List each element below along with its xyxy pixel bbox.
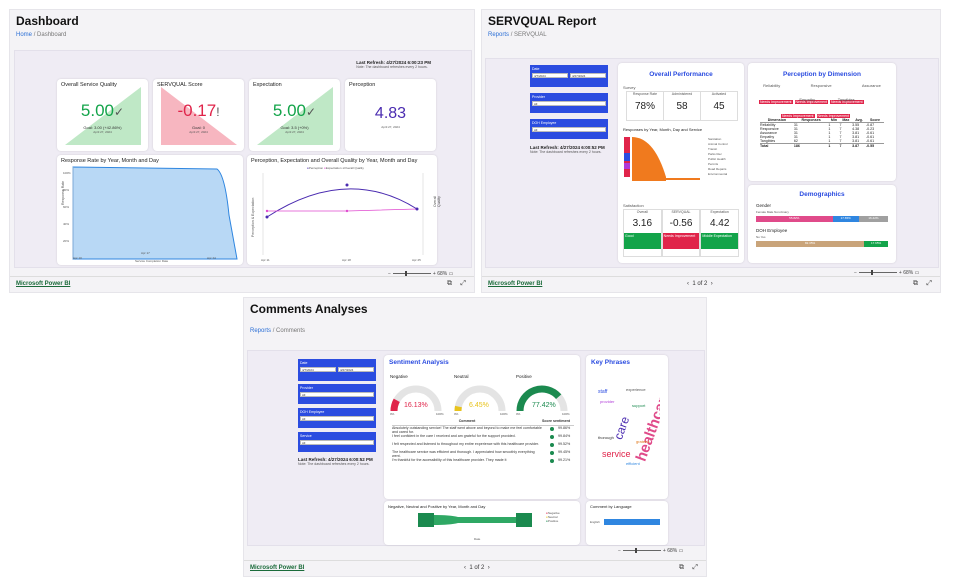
dashboard-panel: Dashboard Home / Dashboard Last Refresh:… xyxy=(9,9,475,293)
gender-bar: 55.82% 17.65% 16.42% xyxy=(756,216,888,222)
next-page-icon[interactable]: › xyxy=(711,281,713,287)
neutral-gauge-value: 6.45% xyxy=(469,402,489,409)
next-page-icon[interactable]: › xyxy=(488,565,490,571)
page-title: Dashboard xyxy=(16,14,79,28)
trend-plot xyxy=(418,513,532,527)
sentiment-analysis-card[interactable]: Sentiment Analysis Negative Neutral Posi… xyxy=(384,355,580,499)
perception-plot xyxy=(262,173,424,255)
kpi-overall-quality[interactable]: Overall Service Quality 5.00✓ Goal: 3.00… xyxy=(57,79,148,151)
provider-slicer[interactable]: Provider All xyxy=(530,93,608,113)
power-bi-link[interactable]: Microsoft Power BI xyxy=(488,281,542,287)
refresh-info: Last Refresh: 4/27/2024 6:00:52 PM Note:… xyxy=(530,145,605,154)
doh-bar: 82.35% 17.65% xyxy=(756,241,888,247)
perception-expectation-chart[interactable]: Perception, Expectation and Overall Qual… xyxy=(247,155,441,265)
response-rate-chart[interactable]: Response Rate by Year, Month and Day Res… xyxy=(57,155,243,265)
page-title: SERVQUAL Report xyxy=(488,14,597,28)
page-title: Comments Analyses xyxy=(250,302,368,316)
demographics-card[interactable]: Demographics Gender Female Male Non-bina… xyxy=(748,185,896,263)
alert-icon: ! xyxy=(216,105,220,119)
table-row: I feel confident in the care I received … xyxy=(392,434,571,439)
date-slicer[interactable]: Date 4/7/2024 4/27/2024 xyxy=(298,359,376,381)
breadcrumb: Home / Dashboard xyxy=(16,32,67,38)
share-icon[interactable]: ⧉ xyxy=(913,280,918,288)
report-footer: Microsoft Power BI ‹ 1 of 2 › ⧉ ⤢ xyxy=(244,560,706,576)
kpi-value: 5.00 xyxy=(272,101,307,120)
breadcrumb: Reports / Comments xyxy=(250,328,306,334)
share-icon[interactable]: ⧉ xyxy=(447,280,452,288)
breadcrumb: Reports / SERVQUAL xyxy=(488,32,547,38)
breadcrumb-current: SERVQUAL xyxy=(514,32,547,38)
breadcrumb-home-link[interactable]: Reports xyxy=(250,328,271,334)
table-row: I felt respected and listened to through… xyxy=(392,442,571,447)
check-icon: ✓ xyxy=(114,105,125,119)
breadcrumb-home-link[interactable]: Reports xyxy=(488,32,509,38)
zoom-control[interactable]: − + 68% ▭ xyxy=(618,548,683,554)
zoom-in-icon[interactable]: + xyxy=(663,548,666,554)
report-canvas: Last Refresh: 4/27/2024 6:00:23 PM Note:… xyxy=(14,50,472,268)
refresh-info: Last Refresh: 4/27/2024 6:00:23 PM Note:… xyxy=(356,60,431,69)
negative-gauge-fill xyxy=(390,398,400,412)
table-row: I'm thankful for the accessibility of th… xyxy=(392,458,571,463)
date-slicer[interactable]: Date 4/7/2024 4/27/2024 xyxy=(530,65,608,87)
comments-panel: Comments Analyses Reports / Comments Dat… xyxy=(243,297,707,577)
fullscreen-icon[interactable]: ⤢ xyxy=(460,280,466,288)
pager: ‹ 1 of 2 › xyxy=(687,281,713,287)
kpi-perception[interactable]: Perception 4.83 April 27, 2024 xyxy=(345,79,436,151)
doh-employee-slicer[interactable]: DOH Employee All xyxy=(298,408,376,428)
report-canvas: Date 4/7/2024 4/27/2024 Provider All DOH E… xyxy=(247,350,705,546)
fit-page-icon[interactable]: ▭ xyxy=(679,548,684,554)
negative-gauge-value: 16.13% xyxy=(404,402,428,409)
servqual-panel: SERVQUAL Report Reports / SERVQUAL Date … xyxy=(481,9,941,293)
response-rate-plot xyxy=(72,166,238,260)
pager: ‹ 1 of 2 › xyxy=(464,565,490,571)
provider-slicer[interactable]: Provider All xyxy=(298,384,376,404)
fullscreen-icon[interactable]: ⤢ xyxy=(692,564,698,572)
report-footer: Microsoft Power BI ‹ 1 of 2 › ⧉ ⤢ xyxy=(482,276,940,292)
refresh-info: Last Refresh: 4/27/2024 6:00:52 PM Note:… xyxy=(298,457,373,466)
trend-legend: ●Negative ●Neutral ●Positive xyxy=(546,511,560,523)
table-row: The healthcare service was efficient and… xyxy=(392,450,571,458)
breadcrumb-home-link[interactable]: Home xyxy=(16,32,32,38)
language-bar xyxy=(604,519,660,525)
prev-page-icon[interactable]: ‹ xyxy=(464,565,466,571)
perception-by-dimension-card[interactable]: Perception by Dimension Reliability Respo… xyxy=(748,63,896,181)
power-bi-link[interactable]: Microsoft Power BI xyxy=(16,281,70,287)
key-phrases-card[interactable]: Key Phrases healthcare care service staf… xyxy=(586,355,668,499)
check-icon: ✓ xyxy=(306,105,317,119)
positive-gauge-value: 77.42% xyxy=(532,402,556,409)
share-icon[interactable]: ⧉ xyxy=(679,564,684,572)
sentiment-trend-chart[interactable]: Negative, Neutral and Positive by Year, … xyxy=(384,501,580,545)
doh-employee-slicer[interactable]: DOH Employee All xyxy=(530,119,608,139)
comment-table: Comment Score sentiment Absolutely outsta… xyxy=(392,419,574,466)
dimension-table: Dimension Responses Min Max Avg. Score Reliab… xyxy=(760,118,884,148)
fullscreen-icon[interactable]: ⤢ xyxy=(926,280,932,288)
report-canvas: Date 4/7/2024 4/27/2024 Provider All DOH E… xyxy=(485,58,939,268)
language-chart[interactable]: Comment by Language English xyxy=(586,501,668,545)
breadcrumb-current: Dashboard xyxy=(37,32,67,38)
power-bi-link[interactable]: Microsoft Power BI xyxy=(250,565,304,571)
kpi-servqual-score[interactable]: SERVQUAL Score -0.17! Goal: 0 April 27, … xyxy=(153,79,244,151)
zoom-out-icon[interactable]: − xyxy=(618,548,621,554)
service-slicer[interactable]: Service All xyxy=(298,432,376,452)
kpi-value: 5.00 xyxy=(80,101,115,120)
responses-legend: Sanitation Animal Control Transit Parks Rec… xyxy=(708,137,728,176)
kpi-expectation[interactable]: Expectation 5.00✓ Goal: 3.5 (+0%) April … xyxy=(249,79,340,151)
kpi-value: -0.17 xyxy=(177,101,217,120)
report-footer: Microsoft Power BI ⧉ ⤢ xyxy=(10,276,474,292)
table-row: Absolutely outstanding service! The staf… xyxy=(392,426,571,434)
overall-performance-card[interactable]: Overall Performance Survey Response Rate… xyxy=(618,63,744,263)
prev-page-icon[interactable]: ‹ xyxy=(687,281,689,287)
kpi-value: 4.83 xyxy=(374,105,407,122)
breadcrumb-current: Comments xyxy=(276,328,306,334)
word-cloud: healthcare care service staff experience… xyxy=(598,387,660,466)
